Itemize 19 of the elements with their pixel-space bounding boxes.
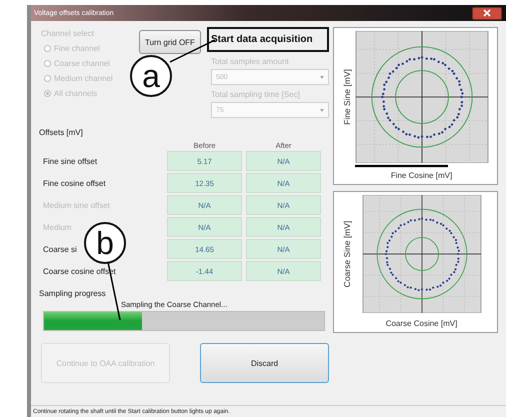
- group-label: Channel select: [41, 29, 95, 38]
- offset-label: Fine sine offset: [43, 156, 98, 166]
- axis-label: Coarse Sine [mV]: [342, 220, 352, 288]
- close-button[interactable]: [472, 6, 502, 20]
- offset-label: Medium sine offset: [43, 200, 111, 210]
- grid-toggle-button[interactable]: Turn grid OFF: [139, 30, 201, 54]
- close-icon: [482, 9, 492, 17]
- axis-label: Coarse Cosine [mV]: [384, 319, 458, 328]
- group-label: Sampling progress: [39, 289, 107, 298]
- discard-button[interactable]: Discard: [200, 343, 329, 383]
- group-label: Offsets [mV]: [39, 128, 84, 137]
- axis-label: Fine Cosine [mV]: [390, 171, 452, 180]
- field-label: Total sampling time [Sec]: [210, 90, 301, 99]
- offset-label: Fine cosine offset: [43, 178, 107, 188]
- field-label: Total samples amount: [210, 57, 290, 66]
- start-acquisition-label: Start data acquisition: [206, 27, 329, 52]
- offset-label: Medium: [43, 222, 72, 232]
- offset-label: Coarse si: [43, 244, 78, 254]
- axis-label: Fine Sine [mV]: [342, 69, 352, 125]
